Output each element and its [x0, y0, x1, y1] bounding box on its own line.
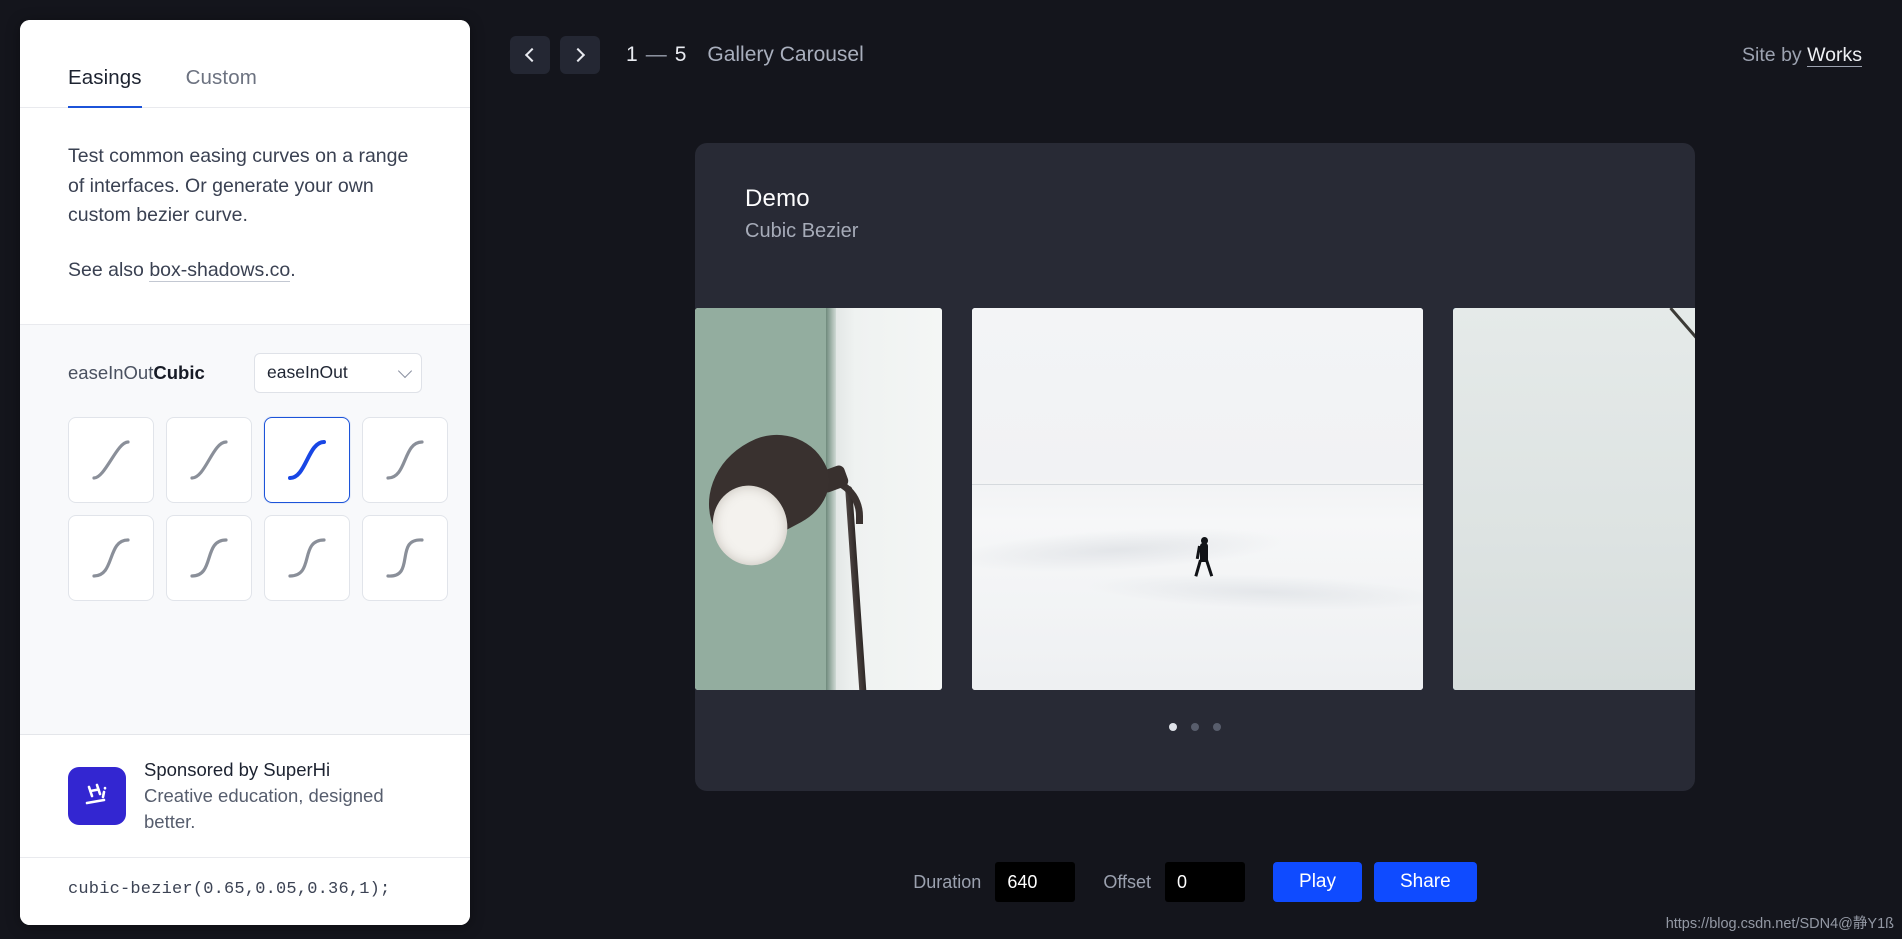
chevron-right-icon — [570, 47, 586, 63]
current-easing-suffix: Cubic — [153, 361, 205, 383]
easing-curve-cell-3[interactable] — [362, 416, 448, 503]
carousel-slide-1[interactable] — [695, 308, 942, 690]
playback-controls: Duration Offset Play Share — [695, 855, 1695, 909]
tab-easings-label: Easings — [68, 66, 142, 89]
slide-1-image — [695, 308, 942, 690]
duration-input[interactable] — [995, 862, 1076, 902]
watermark: https://blog.csdn.net/SDN4@静Y1ß — [1666, 912, 1894, 933]
gallery-carousel[interactable] — [695, 308, 1695, 690]
code-output-bar: cubic-bezier(0.65,0.05,0.36,1); — [20, 858, 470, 925]
easing-type-select-wrap: easeInOut — [254, 352, 422, 393]
walking-figure — [1193, 537, 1213, 577]
carousel-dot-3[interactable] — [1213, 723, 1221, 731]
intro-see-also-prefix: See also — [68, 258, 150, 281]
easing-curve-cell-0[interactable] — [68, 416, 154, 503]
tab-custom[interactable]: Custom — [186, 66, 257, 107]
watermark-url: https://blog.csdn.net/SDN4@静Y1ß — [1665, 916, 1894, 932]
page-title: Gallery Carousel — [707, 43, 864, 66]
sponsor-subtitle: Creative education, designed better. — [144, 785, 384, 833]
current-easing-prefix: easeInOut — [68, 361, 154, 383]
duration-label: Duration — [913, 871, 982, 892]
demo-card: Demo Cubic Bezier — [695, 143, 1695, 791]
current-easing-name: easeInOutCubic — [68, 362, 205, 384]
easing-curve-cell-2[interactable] — [264, 416, 350, 503]
slide-counter: 1 — 5 — [626, 43, 687, 67]
play-button[interactable]: Play — [1273, 862, 1362, 902]
panel-tabs: Easings Custom — [20, 20, 470, 108]
intro-section: Test common easing curves on a range of … — [20, 108, 470, 325]
counter-total: 5 — [674, 43, 688, 66]
carousel-dot-2[interactable] — [1191, 723, 1199, 731]
site-credit-link[interactable]: Works — [1807, 43, 1862, 67]
easing-picker-header: easeInOutCubic easeInOut — [68, 351, 422, 395]
easing-curve-cell-1[interactable] — [166, 416, 252, 503]
next-button[interactable] — [560, 36, 600, 74]
easing-curve-cell-7[interactable] — [362, 514, 448, 601]
easing-curve-cell-4[interactable] — [68, 514, 154, 601]
site-credit-prefix: Site by — [1742, 43, 1808, 66]
easing-curve-cell-5[interactable] — [166, 514, 252, 601]
box-shadows-link[interactable]: box-shadows.co — [149, 258, 291, 282]
slide-3-image — [1453, 308, 1695, 690]
counter-dash: — — [645, 43, 668, 66]
easing-curve-grid — [68, 416, 448, 601]
easing-type-select-value: easeInOut — [267, 362, 348, 382]
sponsor-banner[interactable]: Sponsored by SuperHi Creative education,… — [20, 735, 470, 858]
site-credit: Site by Works — [1742, 43, 1862, 67]
carousel-dot-1[interactable] — [1169, 723, 1177, 731]
easing-curve-cell-6[interactable] — [264, 514, 350, 601]
superhi-logo-icon — [68, 767, 126, 826]
intro-description: Test common easing curves on a range of … — [68, 145, 409, 227]
main-topbar: 1 — 5 Gallery Carousel Site by Works — [470, 20, 1902, 90]
carousel-slide-2[interactable] — [972, 308, 1423, 690]
demo-heading: Demo — [745, 185, 810, 212]
prev-button[interactable] — [510, 36, 550, 74]
carousel-dots — [695, 723, 1695, 731]
tab-custom-label: Custom — [185, 66, 257, 89]
demo-subheading: Cubic Bezier — [745, 220, 859, 242]
easing-type-select[interactable]: easeInOut — [254, 352, 422, 393]
easing-picker: easeInOutCubic easeInOut — [20, 324, 470, 736]
slide-2-image — [972, 308, 1423, 690]
sponsor-text: Sponsored by SuperHi Creative education,… — [144, 757, 422, 835]
offset-label: Offset — [1103, 871, 1152, 892]
easings-panel: Easings Custom Test common easing curves… — [20, 20, 470, 925]
carousel-track — [695, 308, 1695, 690]
sponsor-title: Sponsored by SuperHi — [144, 759, 331, 781]
counter-index: 1 — [626, 43, 639, 66]
carousel-slide-3[interactable] — [1453, 308, 1695, 690]
cubic-bezier-code[interactable]: cubic-bezier(0.65,0.05,0.36,1); — [68, 880, 390, 899]
demo-header: Demo Cubic Bezier — [695, 143, 1695, 243]
intro-see-also: See also box-shadows.co. — [68, 256, 420, 286]
tab-easings[interactable]: Easings — [68, 66, 142, 108]
intro-see-also-suffix: . — [290, 258, 296, 281]
app-root: Easings Custom Test common easing curves… — [0, 0, 1902, 939]
share-button[interactable]: Share — [1374, 862, 1477, 902]
offset-input[interactable] — [1165, 862, 1246, 902]
chevron-left-icon — [524, 47, 540, 63]
